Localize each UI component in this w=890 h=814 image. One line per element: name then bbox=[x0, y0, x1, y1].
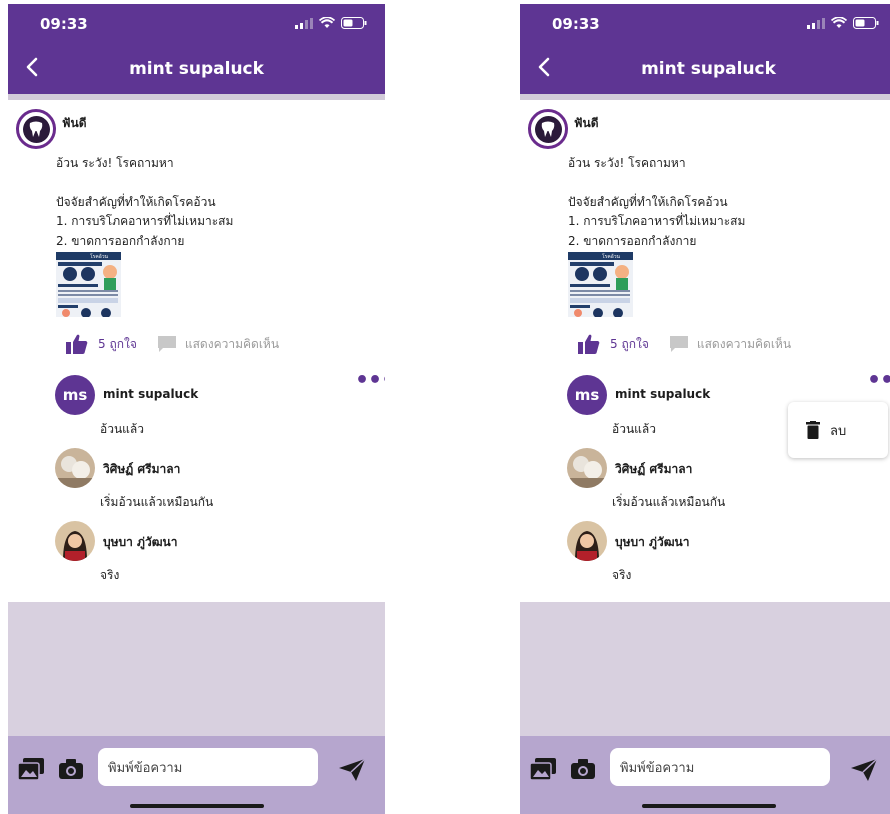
commenter-avatar[interactable] bbox=[567, 448, 607, 488]
like-count-label[interactable]: 5 ถูกใจ bbox=[610, 335, 649, 354]
status-icons bbox=[295, 17, 367, 29]
thumbs-up-icon[interactable] bbox=[66, 334, 88, 354]
post-author-avatar[interactable] bbox=[528, 109, 568, 149]
delete-label: ลบ bbox=[830, 423, 847, 439]
commenter-avatar[interactable]: ms bbox=[55, 375, 95, 415]
gallery-icon[interactable] bbox=[530, 758, 556, 780]
commenter-name[interactable]: บุษบา ภู่วัฒนา bbox=[615, 533, 690, 552]
signal-icon bbox=[295, 17, 313, 29]
comment-item: ms mint supaluck อ้วนแล้ว bbox=[55, 375, 375, 436]
commenter-name[interactable]: mint supaluck bbox=[103, 387, 198, 401]
comment-text: เริ่มอ้วนแล้วเหมือนกัน bbox=[100, 495, 214, 509]
empty-area bbox=[8, 602, 385, 736]
comment-text: อ้วนแล้ว bbox=[612, 422, 656, 436]
send-icon[interactable] bbox=[338, 758, 366, 782]
commenter-avatar[interactable] bbox=[55, 521, 95, 561]
comment-item: บุษบา ภู่วัฒนา จริง bbox=[567, 521, 887, 582]
signal-icon bbox=[807, 17, 825, 29]
commenter-avatar[interactable]: ms bbox=[567, 375, 607, 415]
status-time: 09:33 bbox=[552, 15, 600, 33]
wifi-icon bbox=[319, 17, 335, 28]
status-time: 09:33 bbox=[40, 15, 88, 33]
comment-text: อ้วนแล้ว bbox=[100, 422, 144, 436]
post-line-4: 2. ขาดการออกกำลังกาย bbox=[56, 234, 185, 248]
tooth-icon bbox=[29, 121, 43, 137]
more-icon[interactable]: ••• bbox=[867, 370, 890, 392]
show-comments-label[interactable]: แสดงความคิดเห็น bbox=[697, 335, 791, 354]
commenter-name[interactable]: mint supaluck bbox=[615, 387, 710, 401]
post-actions: 5 ถูกใจ แสดงความคิดเห็น bbox=[66, 334, 279, 354]
post-line-1: อ้วน ระวัง! โรคถามหา bbox=[56, 156, 174, 170]
send-icon[interactable] bbox=[850, 758, 878, 782]
status-icons bbox=[807, 17, 879, 29]
post-author-name[interactable]: ฟันดี bbox=[62, 114, 87, 133]
battery-icon bbox=[853, 17, 879, 29]
comment-text: จริง bbox=[100, 568, 120, 582]
post-author-name[interactable]: ฟันดี bbox=[574, 114, 599, 133]
post-author-avatar[interactable] bbox=[16, 109, 56, 149]
page-title: mint supaluck bbox=[641, 59, 776, 79]
show-comments-label[interactable]: แสดงความคิดเห็น bbox=[185, 335, 279, 354]
commenter-avatar[interactable] bbox=[55, 448, 95, 488]
more-icon[interactable]: ••• bbox=[355, 370, 385, 392]
post-line-2: ปัจจัยสำคัญที่ทำให้เกิดโรคอ้วน bbox=[56, 195, 216, 209]
camera-icon[interactable] bbox=[58, 758, 84, 780]
app-header: 09:33 mint supaluck bbox=[8, 4, 385, 94]
commenter-name[interactable]: วิศิษฏ์ ศรีมาลา bbox=[615, 460, 692, 479]
post-line-3: 1. การบริโภคอาหารที่ไม่เหมาะสม bbox=[56, 214, 234, 228]
phone-screen-right: 09:33 mint supaluck ฟันดี อ้วน ระวัง! โร… bbox=[520, 4, 890, 814]
header-divider bbox=[520, 94, 890, 100]
app-header: 09:33 mint supaluck bbox=[520, 4, 890, 94]
comment-text: เริ่มอ้วนแล้วเหมือนกัน bbox=[612, 495, 726, 509]
post-line-1: อ้วน ระวัง! โรคถามหา bbox=[568, 156, 686, 170]
thumbs-up-icon[interactable] bbox=[578, 334, 600, 354]
post-line-2: ปัจจัยสำคัญที่ทำให้เกิดโรคอ้วน bbox=[568, 195, 728, 209]
commenter-name[interactable]: บุษบา ภู่วัฒนา bbox=[103, 533, 178, 552]
post-image-thumbnail[interactable]: โรคอ้วน bbox=[56, 252, 121, 317]
message-composer: พิมพ์ข้อความ bbox=[520, 736, 890, 814]
message-input[interactable]: พิมพ์ข้อความ bbox=[98, 748, 318, 786]
infographic-image: โรคอ้วน bbox=[56, 252, 121, 317]
message-composer: พิมพ์ข้อความ bbox=[8, 736, 385, 814]
post-line-4: 2. ขาดการออกกำลังกาย bbox=[568, 234, 697, 248]
wifi-icon bbox=[831, 17, 847, 28]
infographic-image: โรคอ้วน bbox=[568, 252, 633, 317]
image-caption: โรคอ้วน bbox=[90, 253, 109, 260]
comment-item: วิศิษฏ์ ศรีมาลา เริ่มอ้วนแล้วเหมือนกัน bbox=[55, 448, 375, 509]
image-caption: โรคอ้วน bbox=[602, 253, 621, 260]
comment-text: จริง bbox=[612, 568, 632, 582]
phone-screen-left: 09:33 mint supaluck ฟันดี อ้วน ระวัง! โร… bbox=[8, 4, 385, 814]
tooth-icon bbox=[541, 121, 555, 137]
post-image-thumbnail[interactable]: โรคอ้วน bbox=[568, 252, 633, 317]
battery-icon bbox=[341, 17, 367, 29]
page-title: mint supaluck bbox=[129, 59, 264, 79]
header-divider bbox=[8, 94, 385, 100]
commenter-name[interactable]: วิศิษฏ์ ศรีมาลา bbox=[103, 460, 180, 479]
camera-icon[interactable] bbox=[570, 758, 596, 780]
commenter-avatar[interactable] bbox=[567, 521, 607, 561]
message-input[interactable]: พิมพ์ข้อความ bbox=[610, 748, 830, 786]
post-line-3: 1. การบริโภคอาหารที่ไม่เหมาะสม bbox=[568, 214, 746, 228]
empty-area bbox=[520, 602, 890, 736]
comment-item: วิศิษฏ์ ศรีมาลา เริ่มอ้วนแล้วเหมือนกัน bbox=[567, 448, 887, 509]
like-count-label[interactable]: 5 ถูกใจ bbox=[98, 335, 137, 354]
home-indicator bbox=[642, 804, 776, 808]
home-indicator bbox=[130, 804, 264, 808]
post-actions: 5 ถูกใจ แสดงความคิดเห็น bbox=[578, 334, 791, 354]
trash-icon bbox=[806, 421, 820, 439]
comment-icon[interactable] bbox=[157, 335, 177, 353]
gallery-icon[interactable] bbox=[18, 758, 44, 780]
comment-item: บุษบา ภู่วัฒนา จริง bbox=[55, 521, 375, 582]
comment-icon[interactable] bbox=[669, 335, 689, 353]
